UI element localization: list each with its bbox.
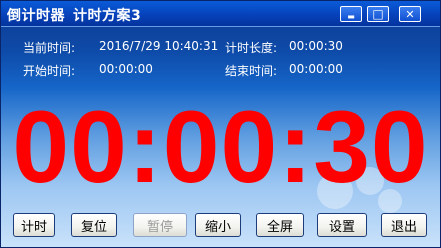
start-time-label: 开始时间: — [23, 64, 76, 78]
fullscreen-button[interactable]: 全屏 — [256, 213, 304, 237]
button-bar: 计时 复位 暂停 缩小 全屏 设置 退出 — [1, 203, 440, 247]
end-time-value: 00:00:00 — [289, 62, 343, 76]
shrink-button[interactable]: 缩小 — [195, 213, 241, 237]
settings-button[interactable]: 设置 — [317, 213, 367, 237]
start-time-value: 00:00:00 — [99, 62, 153, 76]
duration-label: 计时长度: — [225, 41, 278, 55]
current-time-value: 2016/7/29 10:40:31 — [99, 39, 219, 53]
info-panel: 当前时间: 2016/7/29 10:40:31 计时长度: 00:00:30 … — [1, 1, 440, 91]
countdown-window: 倒计时器 计时方案3 ▬ □ ✕ 当前时间: 2016/7/29 10:40:31… — [0, 0, 441, 248]
countdown-display: 00:00:30 — [12, 90, 429, 204]
exit-button[interactable]: 退出 — [381, 213, 427, 237]
end-time-label: 结束时间: — [225, 64, 278, 78]
current-time-label: 当前时间: — [23, 41, 76, 55]
duration-value: 00:00:30 — [289, 39, 343, 53]
pause-button[interactable]: 暂停 — [133, 213, 187, 237]
reset-button[interactable]: 复位 — [71, 213, 117, 237]
timer-button[interactable]: 计时 — [13, 213, 55, 237]
